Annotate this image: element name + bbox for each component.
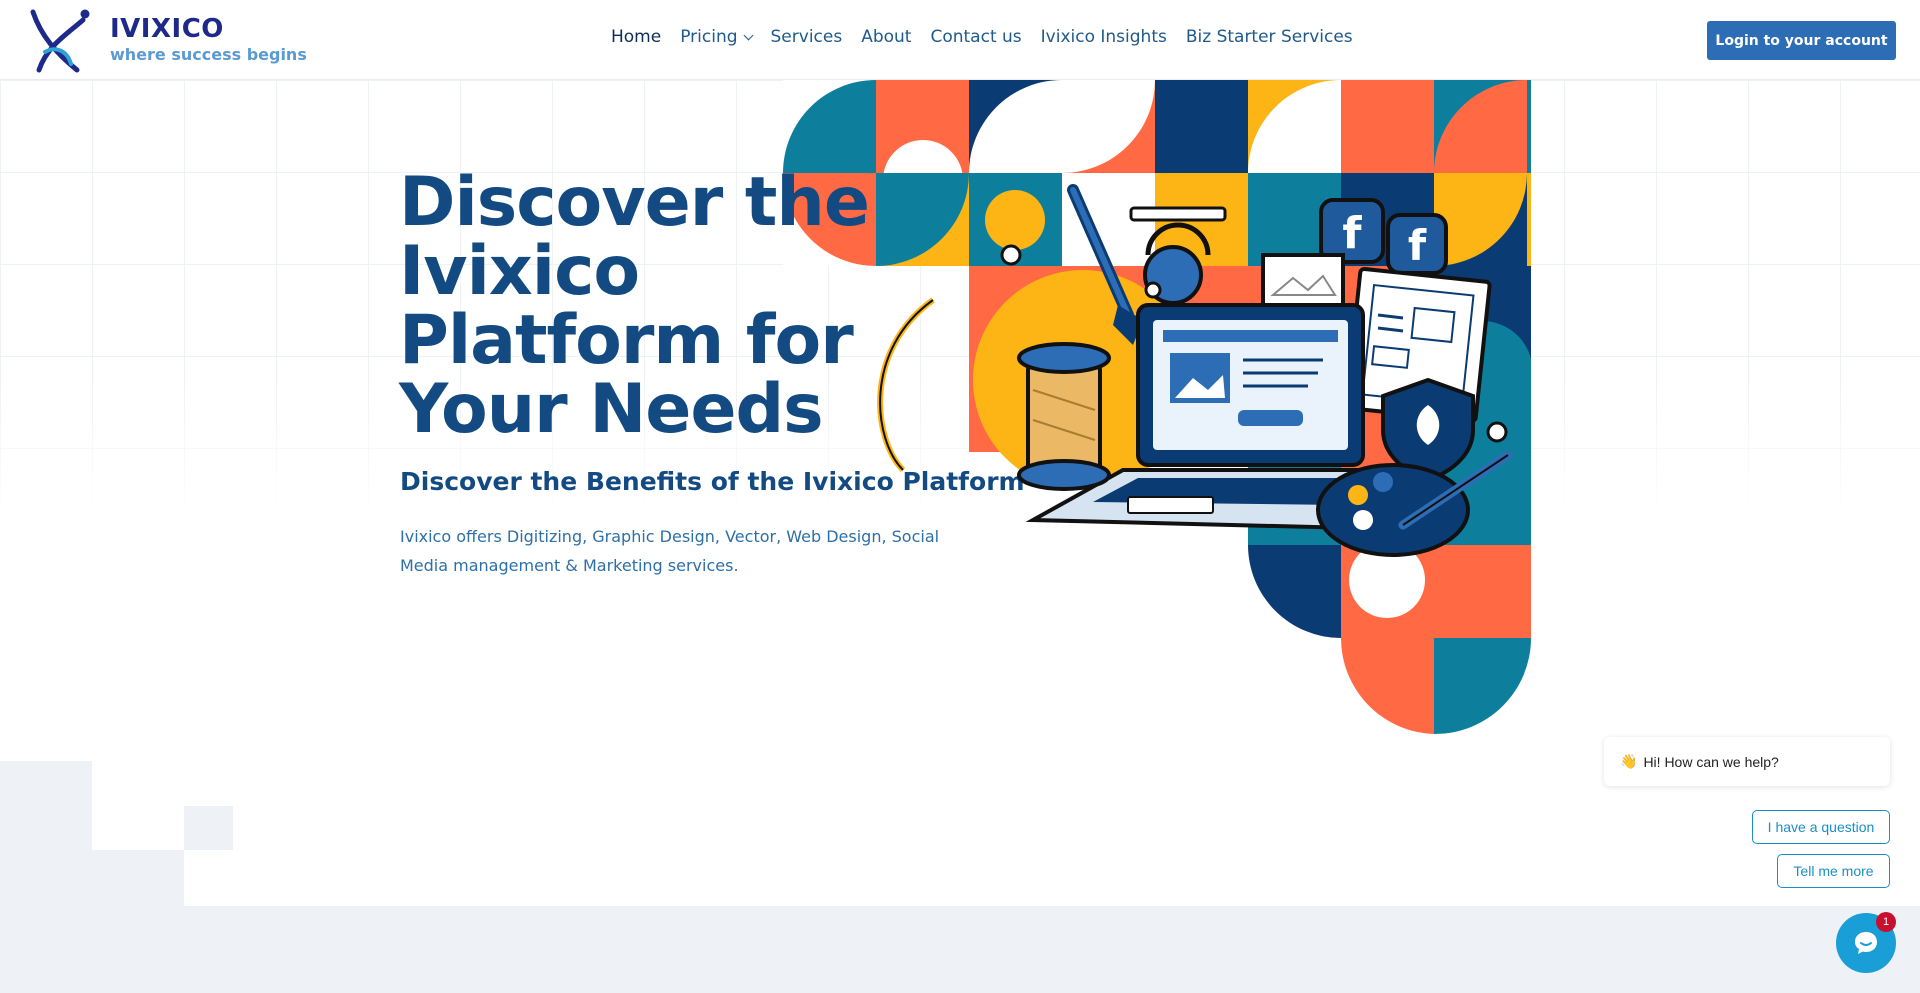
login-button[interactable]: Login to your account <box>1707 21 1896 60</box>
nav-contact[interactable]: Contact us <box>930 27 1021 47</box>
ivixico-logo-icon[interactable] <box>27 6 91 74</box>
decorative-block <box>92 850 184 906</box>
nav-about[interactable]: About <box>861 27 911 47</box>
nav-contact-label: Contact us <box>930 27 1022 47</box>
site-header: IVIXICO where success begins Home Pricin… <box>0 0 1920 80</box>
chat-greeting[interactable]: 👋 Hi! How can we help? <box>1604 737 1890 786</box>
decorative-block <box>0 761 92 906</box>
chat-greeting-text: Hi! How can we help? <box>1643 753 1779 770</box>
svg-text:f: f <box>1408 221 1427 270</box>
hero-title: Discover the Ivixico Platform for Your N… <box>399 163 870 449</box>
decorative-block <box>184 806 233 850</box>
image-frame-icon <box>1261 253 1345 307</box>
nav-insights-label: Ivixico Insights <box>1040 27 1167 47</box>
chat-bubble-icon <box>1855 932 1877 954</box>
bottom-section <box>0 906 1920 993</box>
chevron-down-icon <box>743 30 753 41</box>
nav-biz-starter[interactable]: Biz Starter Services <box>1186 27 1353 47</box>
nav-insights[interactable]: Ivixico Insights <box>1041 27 1167 47</box>
chat-option-tell-more[interactable]: Tell me more <box>1777 854 1890 888</box>
nav-home[interactable]: Home <box>611 27 661 47</box>
nav-services-label: Services <box>770 27 843 47</box>
chat-notification-badge: 1 <box>1876 912 1896 932</box>
nav-about-label: About <box>861 27 912 47</box>
brand-tagline: where success begins <box>110 45 307 64</box>
nav-biz-starter-label: Biz Starter Services <box>1185 27 1353 47</box>
main-nav: Home Pricing Services About Contact us I… <box>611 27 1372 47</box>
nav-pricing-label: Pricing <box>680 27 738 47</box>
nav-pricing[interactable]: Pricing <box>680 27 753 47</box>
nav-services[interactable]: Services <box>771 27 843 47</box>
brand-name[interactable]: IVIXICO <box>110 14 224 44</box>
svg-text:f: f <box>1342 208 1362 259</box>
chat-option-question[interactable]: I have a question <box>1752 810 1890 844</box>
wave-emoji-icon: 👋 <box>1620 753 1638 769</box>
nav-home-label: Home <box>611 27 662 47</box>
